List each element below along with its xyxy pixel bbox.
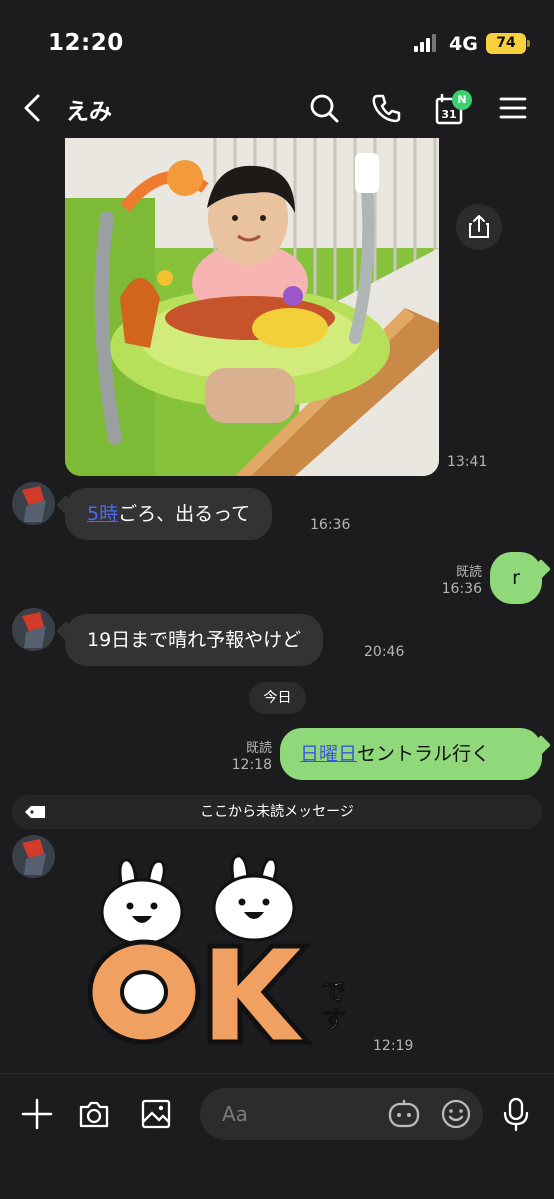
image-icon [141, 1099, 171, 1129]
ai-button[interactable] [384, 1094, 424, 1134]
message-input-bar [0, 1073, 554, 1199]
chat-title[interactable]: えみ [66, 92, 112, 126]
network-type: 4G [449, 33, 478, 55]
plus-icon [21, 1098, 53, 1130]
message-text: セントラル行く [357, 743, 491, 765]
gallery-button[interactable] [136, 1094, 176, 1134]
message-time: 16:36 [310, 517, 351, 533]
message-time: 12:18 [231, 757, 272, 773]
emoji-button[interactable] [436, 1094, 476, 1134]
ok-rabbit-sticker: です [87, 854, 347, 1045]
call-button[interactable] [366, 88, 406, 128]
microphone-icon [503, 1097, 529, 1132]
camera-button[interactable] [74, 1094, 114, 1134]
tag-icon [25, 806, 45, 818]
avatar[interactable] [12, 608, 55, 651]
unread-divider-label: ここから未読メッセージ [200, 804, 354, 820]
back-button[interactable] [14, 88, 54, 128]
camera-icon [79, 1101, 109, 1128]
message-time: 16:36 [441, 581, 482, 597]
avatar[interactable] [12, 482, 55, 525]
message-time: 12:19 [373, 1038, 414, 1054]
message-link[interactable]: 5時 [87, 503, 118, 525]
child-photo-image [65, 138, 439, 476]
status-time: 12:20 [48, 30, 124, 56]
status-bar: 12:20 4G 74 [0, 0, 554, 80]
chevron-left-icon [24, 94, 40, 122]
hamburger-menu-icon [499, 97, 527, 119]
search-icon [310, 94, 339, 123]
message-time: 13:41 [447, 454, 488, 470]
add-button[interactable] [17, 1094, 57, 1134]
outgoing-message[interactable]: 日曜日セントラル行く [280, 728, 542, 780]
chat-header: えみ 31 N [0, 80, 554, 136]
outgoing-message[interactable]: r [490, 552, 542, 604]
ai-bot-icon [388, 1100, 420, 1128]
read-status: 既読 [245, 741, 272, 756]
unread-divider: ここから未読メッセージ [12, 795, 542, 829]
calendar-button[interactable]: 31 N [430, 88, 472, 128]
avatar[interactable] [12, 835, 55, 878]
sticker-message[interactable]: です [87, 850, 348, 1050]
message-text: 19日まで晴れ予報やけど [87, 629, 302, 651]
sticker-side-text: です [322, 978, 346, 1034]
avatar-image [12, 608, 55, 651]
read-receipt: 既読 16:36 [420, 564, 482, 598]
battery-icon: 74 [486, 33, 530, 54]
read-status: 既読 [455, 565, 482, 580]
incoming-message[interactable]: 19日まで晴れ予報やけど [65, 614, 324, 666]
message-input[interactable] [222, 1088, 382, 1140]
search-button[interactable] [304, 88, 344, 128]
emoji-icon [441, 1099, 471, 1129]
message-link[interactable]: 日曜日 [300, 743, 357, 765]
date-divider: 今日 [249, 682, 306, 714]
incoming-message[interactable]: 5時ごろ、出るって [65, 488, 273, 540]
avatar-image [12, 835, 55, 878]
voice-button[interactable] [496, 1094, 536, 1134]
avatar-image [12, 482, 55, 525]
calendar-new-badge: N [452, 90, 472, 110]
read-receipt: 既読 12:18 [210, 740, 272, 774]
share-icon [469, 215, 489, 238]
message-text: r [512, 567, 520, 589]
message-text: ごろ、出るって [118, 503, 251, 525]
signal-icon [414, 34, 440, 52]
message-input-field[interactable] [200, 1088, 483, 1140]
calendar-day: 31 [441, 108, 456, 121]
message-time: 20:46 [364, 644, 405, 660]
share-button[interactable] [456, 204, 502, 250]
phone-icon [372, 94, 401, 123]
menu-button[interactable] [493, 88, 533, 128]
photo-message[interactable] [65, 138, 439, 476]
